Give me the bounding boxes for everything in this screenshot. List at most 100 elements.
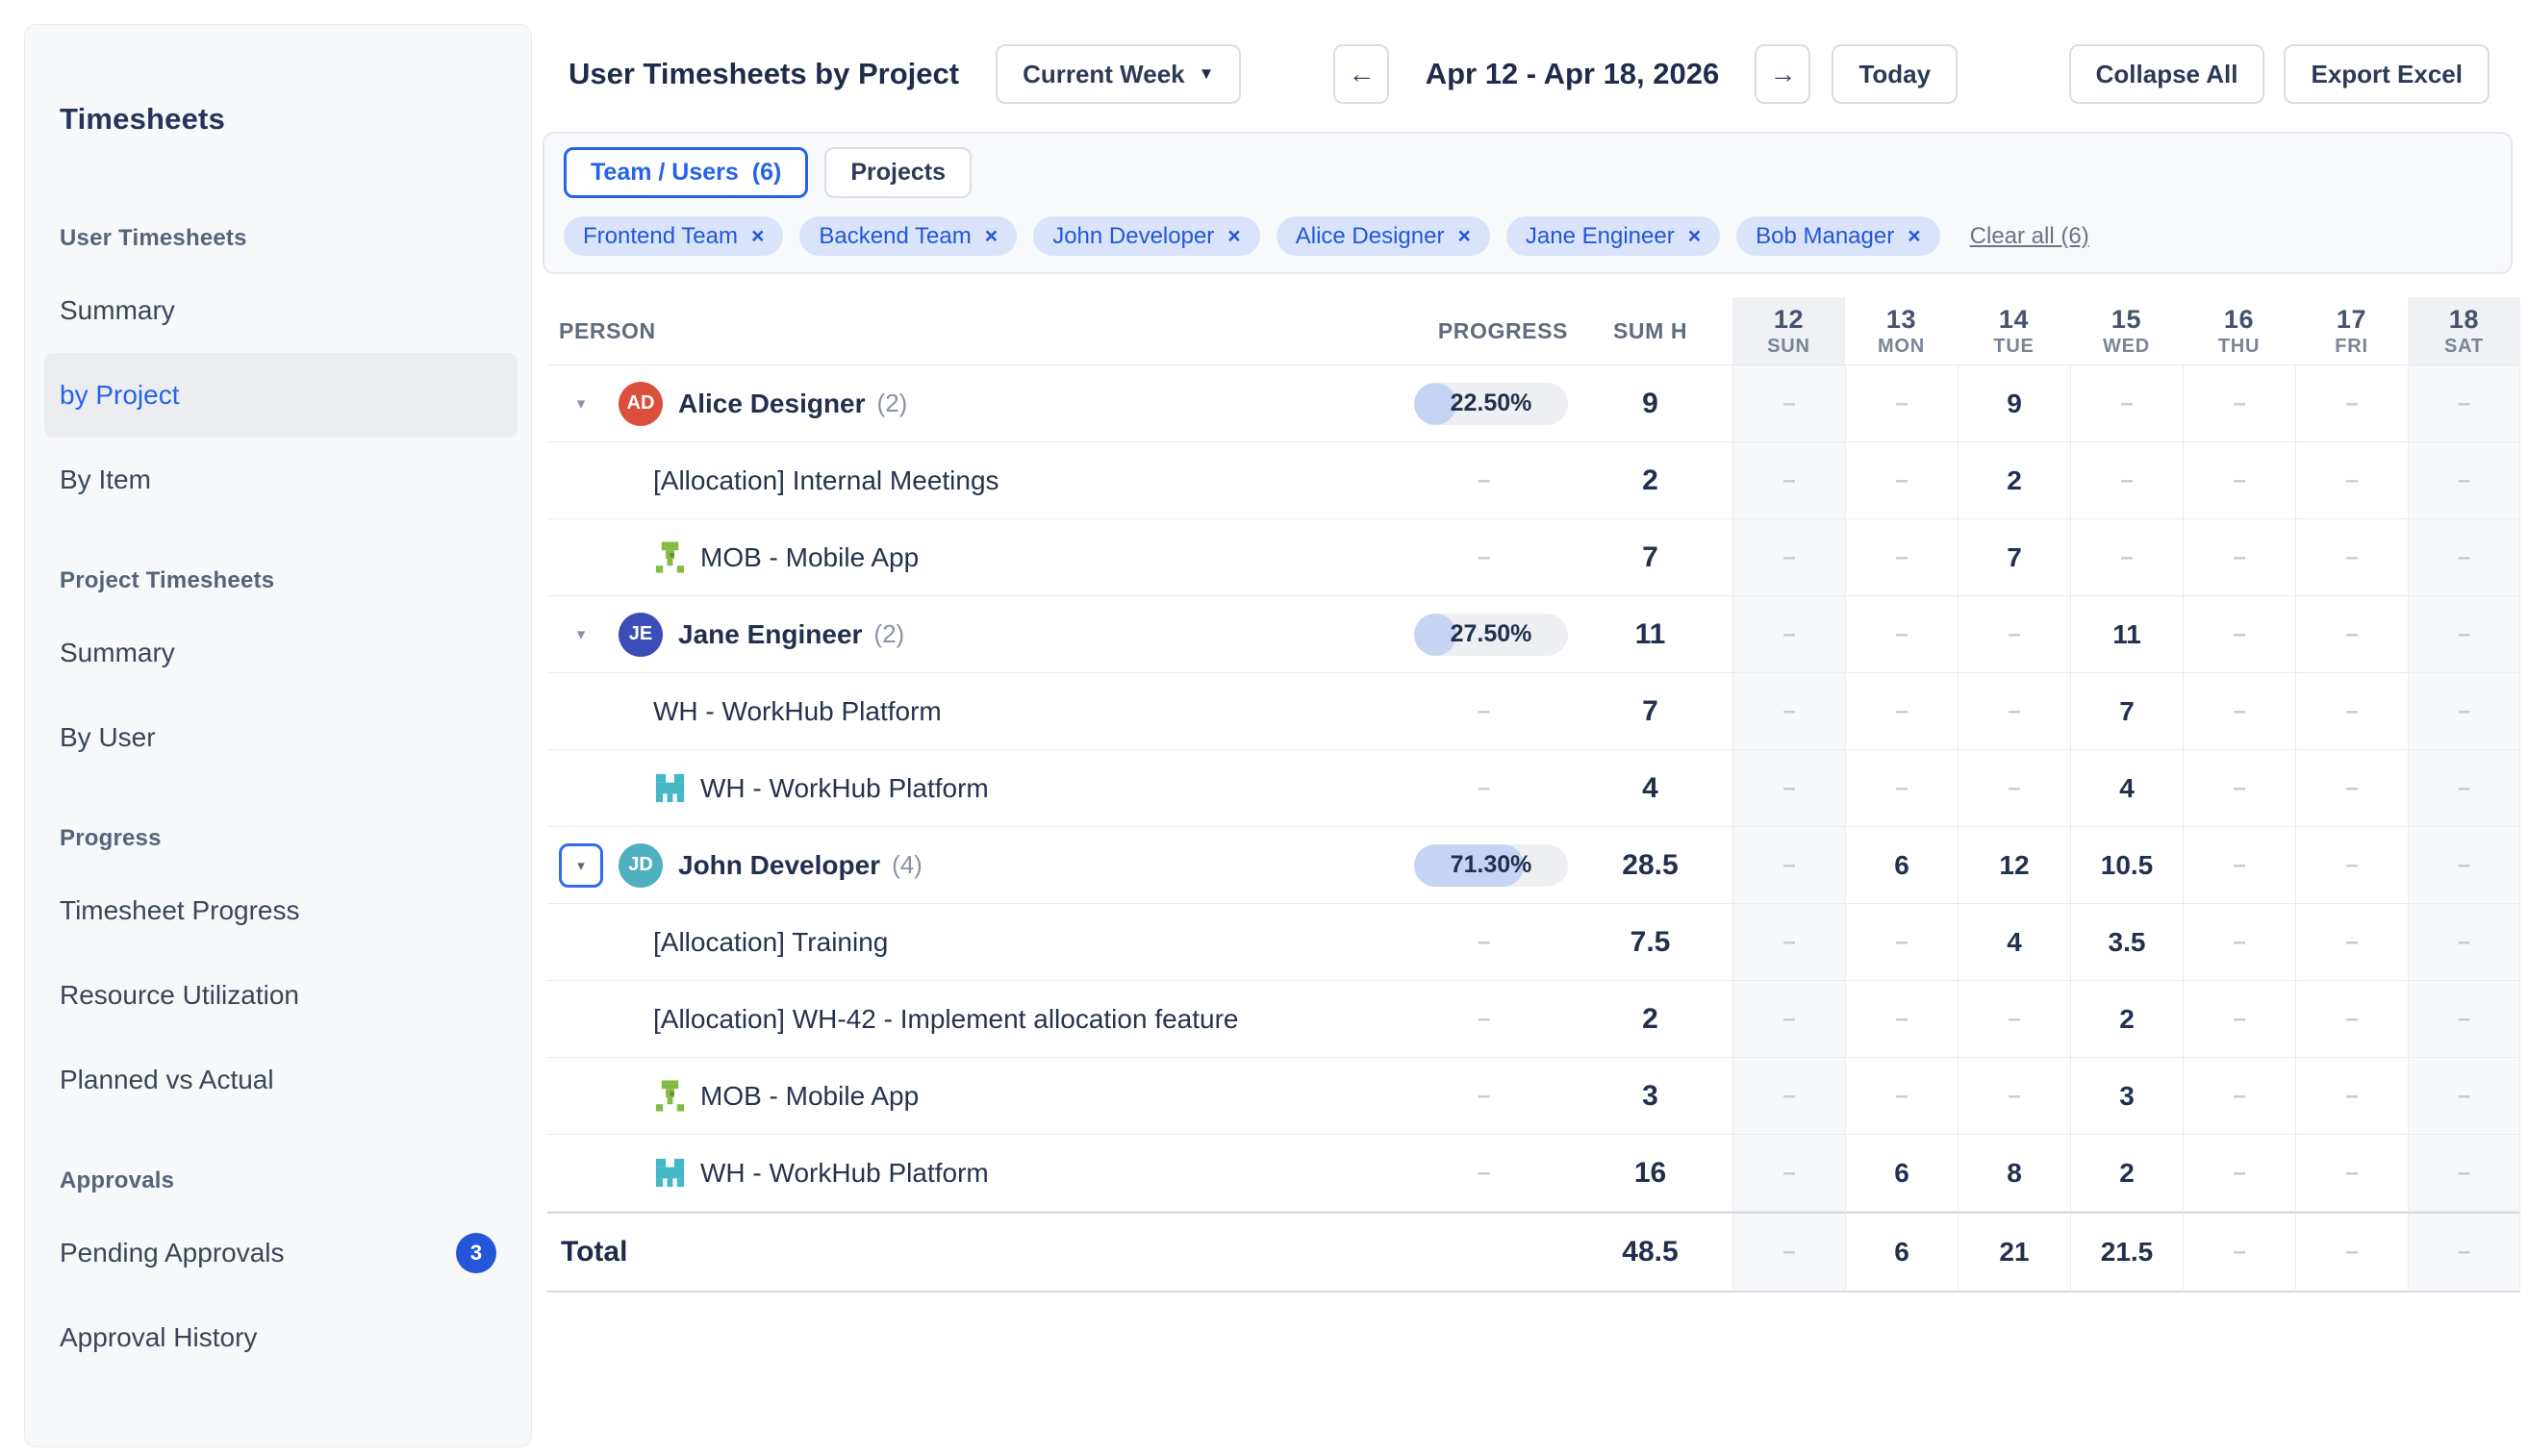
sum-hours-cell: 9	[1568, 365, 1732, 442]
empty-value: –	[2458, 467, 2470, 494]
column-header-day-17: 17FRI	[2295, 297, 2408, 365]
empty-value: –	[1895, 929, 1908, 956]
hours-value: 6	[1894, 1158, 1909, 1189]
sidebar-item-summary[interactable]: Summary	[44, 611, 518, 695]
period-selector-dropdown[interactable]: Current Week ▼	[996, 44, 1241, 104]
sidebar-item-by-project[interactable]: by Project	[44, 353, 518, 438]
progress-cell: –	[1400, 1058, 1568, 1135]
progress-pill: 22.50%	[1414, 383, 1568, 425]
empty-value: –	[2458, 390, 2470, 417]
day-cell-12: –	[1732, 1212, 1845, 1293]
item-label: MOB - Mobile App	[700, 1081, 919, 1112]
day-cell-12: –	[1732, 365, 1845, 442]
day-cell-17: –	[2295, 442, 2408, 519]
sidebar-item-label: By Item	[60, 464, 151, 495]
empty-value: –	[1895, 698, 1908, 725]
remove-chip-icon[interactable]: ×	[985, 225, 998, 247]
filter-tab-projects[interactable]: Projects	[824, 147, 972, 198]
day-cell-16: –	[2183, 1058, 2295, 1135]
sidebar-section: ApprovalsPending Approvals3Approval Hist…	[60, 1161, 512, 1380]
progress-cell: –	[1400, 519, 1568, 596]
empty-value: –	[1895, 621, 1908, 648]
empty-value: –	[2458, 621, 2470, 648]
filter-chip-backend-team: Backend Team×	[799, 216, 1017, 256]
day-cell-13: 6	[1845, 1212, 1958, 1293]
day-cell-16: –	[2183, 442, 2295, 519]
sidebar-item-pending-approvals[interactable]: Pending Approvals3	[44, 1211, 518, 1295]
person-row-john-developer: ▾JDJohn Developer(4)	[547, 827, 1400, 904]
chevron-down-icon[interactable]: ▾	[577, 625, 586, 644]
collapse-all-button[interactable]: Collapse All	[2069, 44, 2265, 104]
project-avatar-icon-mob	[653, 1079, 687, 1113]
chevron-down-icon: ▾	[577, 857, 585, 874]
empty-value: –	[2233, 775, 2245, 802]
day-cell-18: –	[2408, 1058, 2520, 1135]
sidebar-section-label: Progress	[60, 818, 512, 859]
expand-toggle-button[interactable]: ▾	[559, 843, 603, 888]
filter-tab-label: Projects	[850, 159, 946, 187]
day-cell-18: –	[2408, 442, 2520, 519]
empty-value: –	[2345, 929, 2358, 956]
progress-cell: –	[1400, 1135, 1568, 1212]
person-name: Alice Designer	[678, 389, 866, 419]
hours-value: 2	[2119, 1158, 2135, 1189]
day-cell-15: 11	[2070, 596, 2183, 673]
remove-chip-icon[interactable]: ×	[1908, 225, 1920, 247]
chevron-down-icon: ▼	[1199, 64, 1215, 84]
sidebar-section-label: Approvals	[60, 1161, 512, 1201]
sidebar-item-summary[interactable]: Summary	[44, 268, 518, 353]
day-cell-15: 2	[2070, 1135, 2183, 1212]
day-cell-15: 10.5	[2070, 827, 2183, 904]
item-row-allocation-wh-42-implement-allocation-feature: [Allocation] WH-42 - Implement allocatio…	[547, 981, 1400, 1058]
day-cell-17: –	[2295, 1135, 2408, 1212]
sidebar-item-approval-history[interactable]: Approval History	[44, 1295, 518, 1380]
column-header-day-15: 15WED	[2070, 297, 2183, 365]
hours-value: 21.5	[2101, 1237, 2154, 1268]
remove-chip-icon[interactable]: ×	[1688, 225, 1701, 247]
hours-value: 8	[2007, 1158, 2022, 1189]
filter-chips: Frontend Team×Backend Team×John Develope…	[564, 216, 2491, 256]
sidebar-item-planned-vs-actual[interactable]: Planned vs Actual	[44, 1038, 518, 1122]
empty-value: –	[2233, 390, 2245, 417]
day-cell-12: –	[1732, 673, 1845, 750]
project-avatar-icon-mob	[653, 540, 687, 574]
empty-value: –	[1782, 852, 1795, 879]
day-name: WED	[2103, 335, 2150, 358]
remove-chip-icon[interactable]: ×	[1457, 225, 1470, 247]
sidebar-item-label: Resource Utilization	[60, 980, 299, 1011]
empty-value: –	[1478, 1006, 1490, 1033]
sidebar-item-label: Planned vs Actual	[60, 1065, 274, 1095]
day-cell-15: –	[2070, 365, 2183, 442]
hours-value: 3.5	[2109, 927, 2146, 958]
day-cell-16: –	[2183, 519, 2295, 596]
item-label: WH - WorkHub Platform	[700, 773, 989, 804]
day-cell-17: –	[2295, 519, 2408, 596]
progress-pill: 71.30%	[1414, 844, 1568, 887]
remove-chip-icon[interactable]: ×	[751, 225, 764, 247]
sum-hours-cell: 4	[1568, 750, 1732, 827]
filter-tab-team-users[interactable]: Team / Users(6)	[564, 147, 808, 198]
remove-chip-icon[interactable]: ×	[1227, 225, 1240, 247]
sidebar-item-by-item[interactable]: By Item	[44, 438, 518, 522]
sidebar-section: ProgressTimesheet ProgressResource Utili…	[60, 818, 512, 1122]
empty-value: –	[1895, 544, 1908, 571]
filter-tab-count: (6)	[752, 159, 782, 187]
sidebar-item-by-user[interactable]: By User	[44, 695, 518, 780]
arrow-left-icon: ←	[1348, 59, 1375, 89]
day-cell-12: –	[1732, 596, 1845, 673]
export-excel-button[interactable]: Export Excel	[2284, 44, 2490, 104]
empty-value: –	[2233, 1160, 2245, 1187]
progress-label: 22.50%	[1414, 383, 1568, 425]
sidebar-item-timesheet-progress[interactable]: Timesheet Progress	[44, 868, 518, 953]
day-cell-12: –	[1732, 519, 1845, 596]
chevron-down-icon[interactable]: ▾	[577, 394, 586, 414]
clear-all-link[interactable]: Clear all (6)	[1970, 223, 2089, 250]
next-week-button[interactable]: →	[1755, 44, 1810, 104]
item-row-allocation-training: [Allocation] Training	[547, 904, 1400, 981]
prev-week-button[interactable]: ←	[1333, 44, 1389, 104]
today-button[interactable]: Today	[1832, 44, 1958, 104]
empty-value: –	[2458, 775, 2470, 802]
day-name: FRI	[2335, 335, 2368, 358]
day-cell-15: –	[2070, 442, 2183, 519]
sidebar-item-resource-utilization[interactable]: Resource Utilization	[44, 953, 518, 1038]
